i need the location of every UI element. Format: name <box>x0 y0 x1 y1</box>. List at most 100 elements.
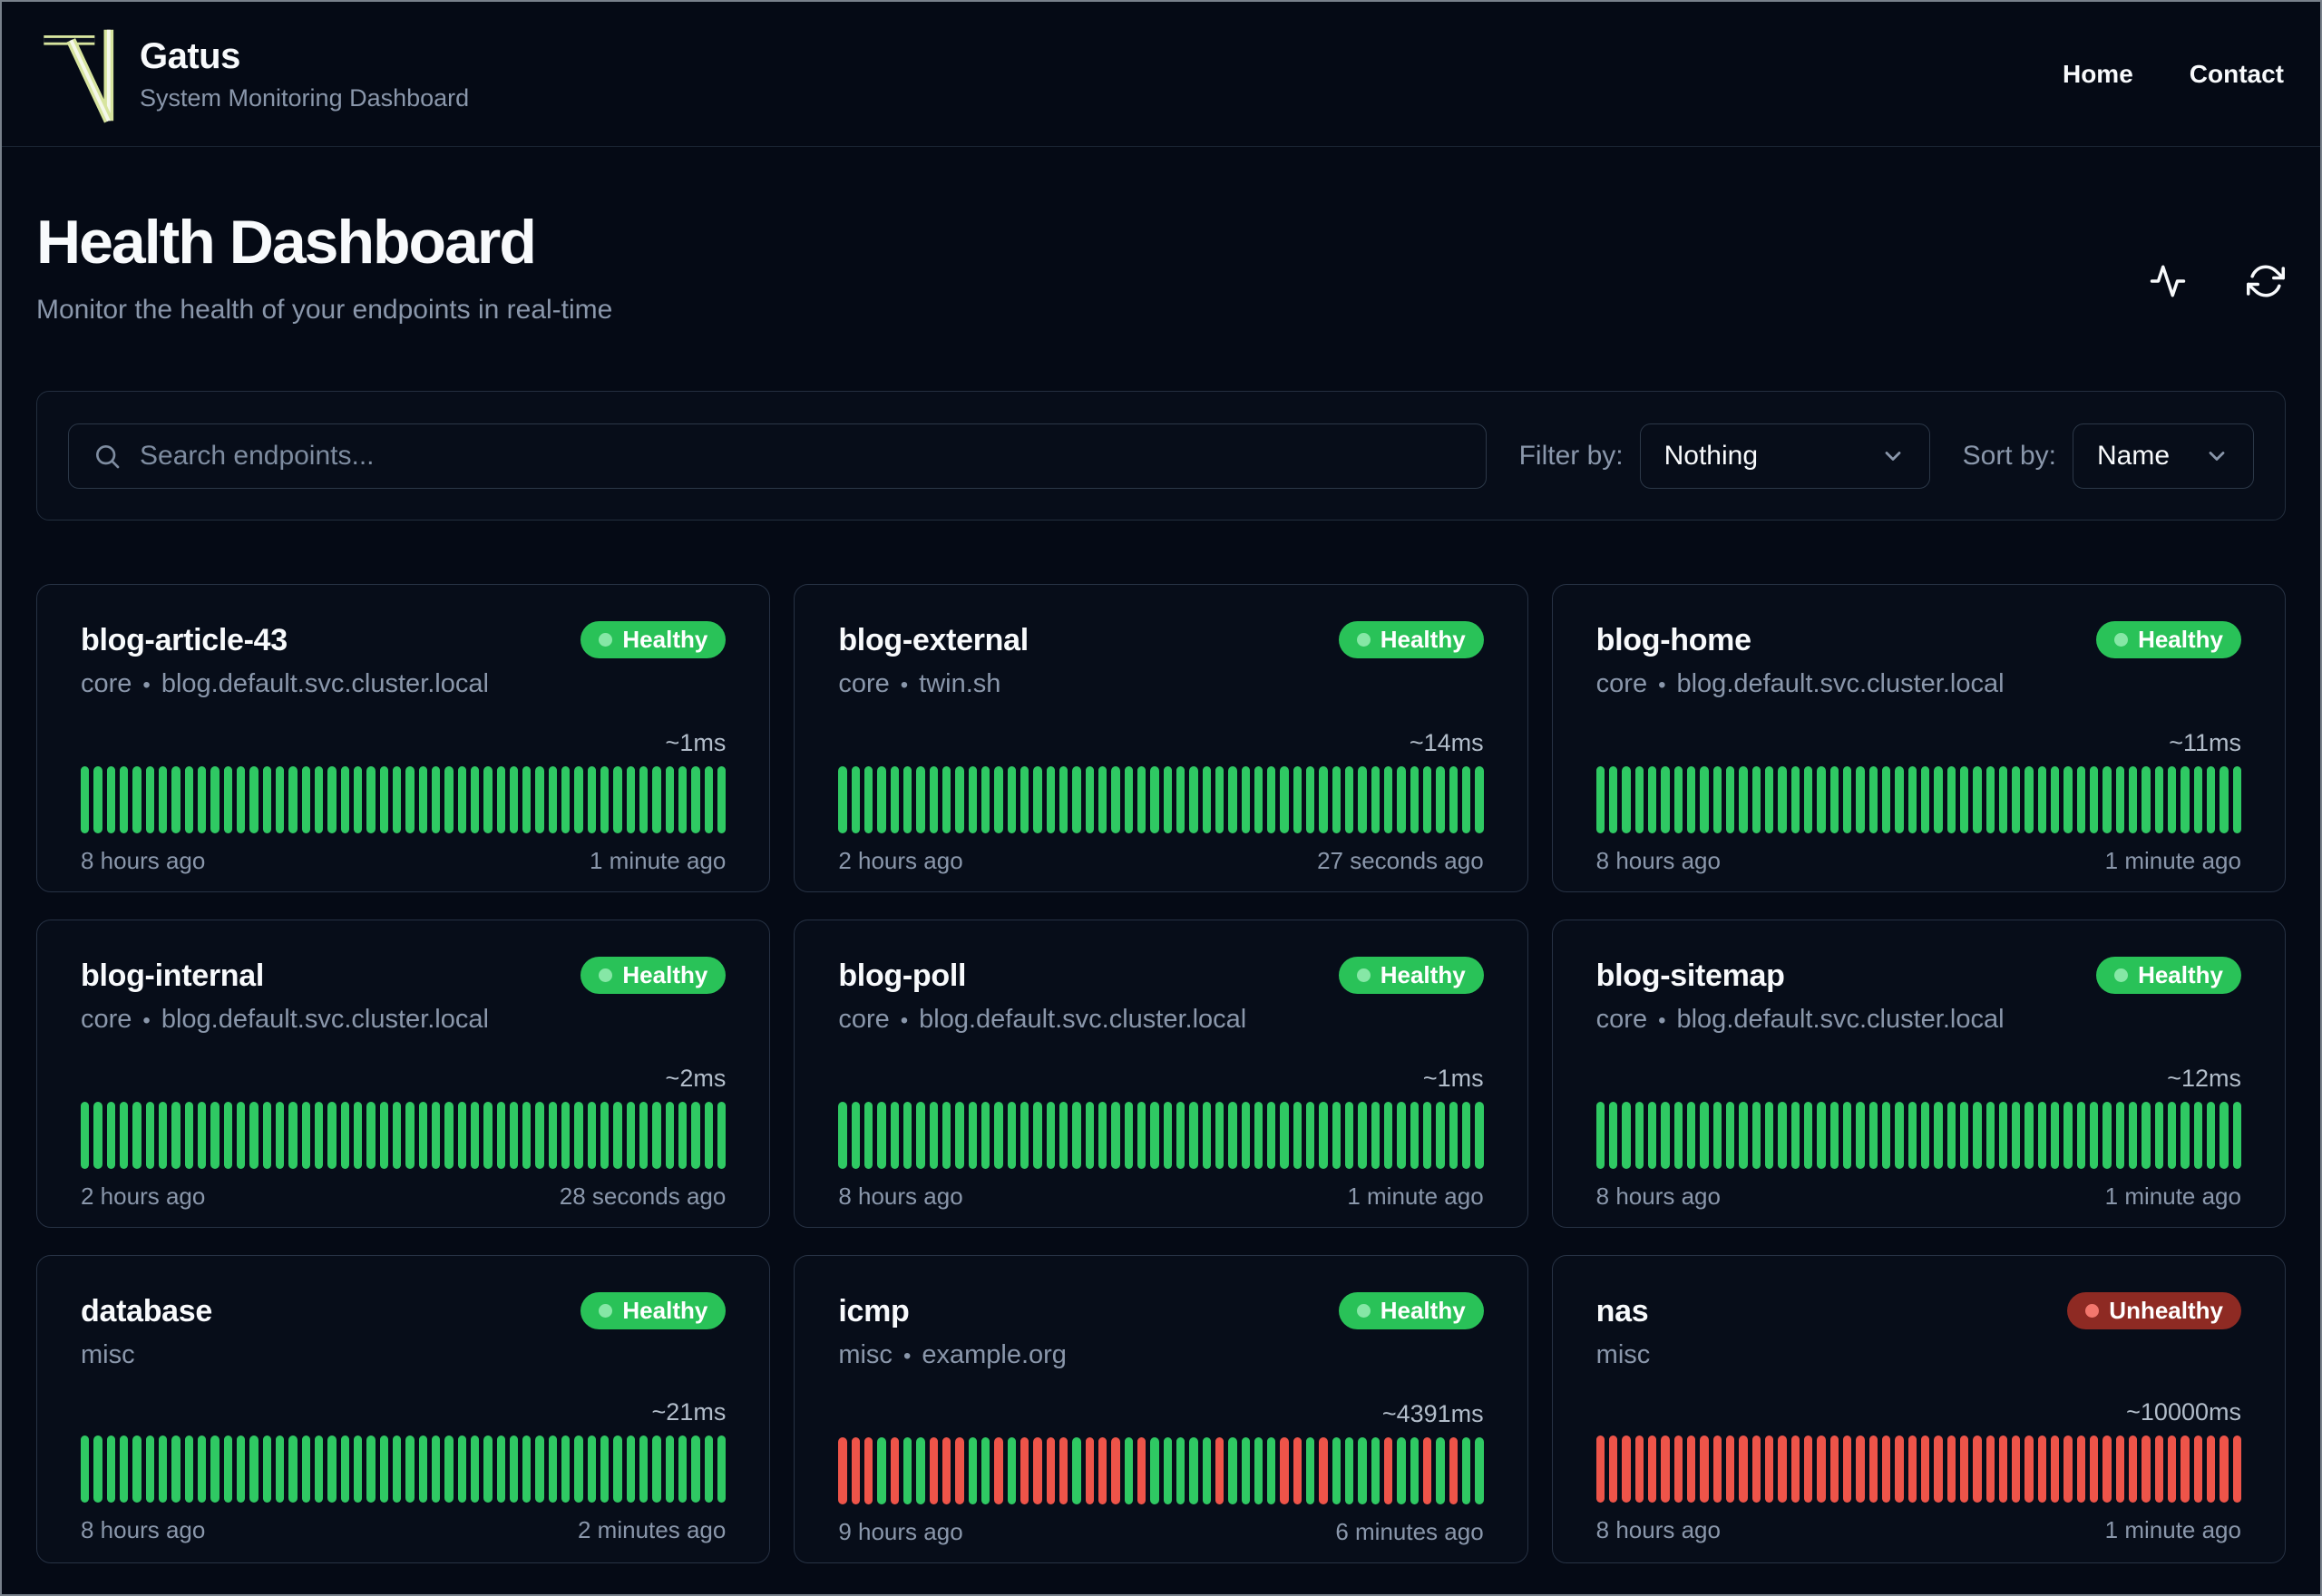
history-bar[interactable] <box>665 766 675 833</box>
history-bar[interactable] <box>1829 1102 1839 1169</box>
history-bar[interactable] <box>1751 766 1761 833</box>
history-bar[interactable] <box>1998 1102 2008 1169</box>
history-bar[interactable] <box>249 1435 259 1503</box>
history-bar[interactable] <box>1712 766 1722 833</box>
refresh-icon[interactable] <box>2246 262 2286 302</box>
history-bar[interactable] <box>1215 766 1224 833</box>
history-bar[interactable] <box>2154 766 2164 833</box>
history-bar[interactable] <box>1725 766 1735 833</box>
history-bar[interactable] <box>1319 1437 1328 1504</box>
history-bar[interactable] <box>2076 1435 2086 1503</box>
history-bar[interactable] <box>210 1102 220 1169</box>
history-bar[interactable] <box>483 1102 493 1169</box>
history-bar[interactable] <box>1332 1102 1341 1169</box>
history-bar[interactable] <box>1436 1437 1445 1504</box>
history-bar[interactable] <box>1345 1102 1354 1169</box>
history-bar[interactable] <box>262 1102 271 1169</box>
history-bar[interactable] <box>1985 1102 1995 1169</box>
history-bar[interactable] <box>275 1435 285 1503</box>
history-bar[interactable] <box>119 1435 129 1503</box>
history-bar[interactable] <box>2154 1102 2164 1169</box>
history-bar[interactable] <box>1202 766 1211 833</box>
history-bar[interactable] <box>106 1435 115 1503</box>
history-bar[interactable] <box>1700 1435 1709 1503</box>
history-bar[interactable] <box>1634 1435 1644 1503</box>
history-bar[interactable] <box>496 1102 505 1169</box>
history-bar[interactable] <box>1973 766 1982 833</box>
history-bar[interactable] <box>262 766 271 833</box>
history-bar[interactable] <box>1306 1437 1315 1504</box>
history-bar[interactable] <box>457 1435 466 1503</box>
history-bar[interactable] <box>1228 1102 1237 1169</box>
history-bar[interactable] <box>1046 1437 1055 1504</box>
history-bar[interactable] <box>1176 766 1185 833</box>
history-bar[interactable] <box>1622 766 1631 833</box>
history-bar[interactable] <box>1215 1437 1224 1504</box>
history-bar[interactable] <box>340 1102 349 1169</box>
history-bar[interactable] <box>1595 766 1605 833</box>
history-bar[interactable] <box>587 766 597 833</box>
history-bar[interactable] <box>1608 1102 1618 1169</box>
history-bar[interactable] <box>535 1435 544 1503</box>
history-bar[interactable] <box>639 1102 649 1169</box>
history-bar[interactable] <box>223 766 232 833</box>
history-bar[interactable] <box>1973 1102 1982 1169</box>
history-bar[interactable] <box>717 1435 727 1503</box>
history-bar[interactable] <box>2102 1435 2112 1503</box>
history-bar[interactable] <box>1072 766 1081 833</box>
history-bar[interactable] <box>1410 766 1420 833</box>
history-bar[interactable] <box>1384 1102 1393 1169</box>
history-bar[interactable] <box>2102 1102 2112 1169</box>
activity-icon[interactable] <box>2148 262 2188 302</box>
history-bar[interactable] <box>1397 1102 1406 1169</box>
history-bar[interactable] <box>81 1435 90 1503</box>
history-bar[interactable] <box>1345 1437 1354 1504</box>
history-bar[interactable] <box>1868 766 1878 833</box>
history-bar[interactable] <box>1267 766 1276 833</box>
history-bar[interactable] <box>1739 766 1748 833</box>
history-bar[interactable] <box>470 1102 480 1169</box>
history-bar[interactable] <box>1111 1102 1120 1169</box>
history-bar[interactable] <box>1475 1437 1484 1504</box>
history-bar[interactable] <box>1647 1102 1657 1169</box>
history-bar[interactable] <box>106 766 115 833</box>
history-bar[interactable] <box>1085 1102 1094 1169</box>
history-bar[interactable] <box>1998 766 2008 833</box>
history-bar[interactable] <box>2129 1102 2138 1169</box>
history-bar[interactable] <box>1267 1102 1276 1169</box>
history-bar[interactable] <box>2090 1435 2099 1503</box>
history-bar[interactable] <box>1423 766 1432 833</box>
history-bar[interactable] <box>1634 766 1644 833</box>
history-bar[interactable] <box>132 1102 141 1169</box>
history-bar[interactable] <box>1803 766 1813 833</box>
history-bar[interactable] <box>1150 1102 1159 1169</box>
history-bar[interactable] <box>1228 1437 1237 1504</box>
history-bar[interactable] <box>1371 1437 1381 1504</box>
history-bar[interactable] <box>600 1102 610 1169</box>
history-bar[interactable] <box>2063 766 2073 833</box>
history-bar[interactable] <box>955 1102 964 1169</box>
history-bar[interactable] <box>158 766 168 833</box>
history-bar[interactable] <box>249 1102 259 1169</box>
history-bar[interactable] <box>81 766 90 833</box>
history-bar[interactable] <box>431 1102 441 1169</box>
history-bar[interactable] <box>1241 766 1250 833</box>
history-bar[interactable] <box>929 1102 938 1169</box>
history-bar[interactable] <box>1059 1437 1068 1504</box>
history-bar[interactable] <box>197 766 207 833</box>
history-bar[interactable] <box>1020 1102 1029 1169</box>
history-bar[interactable] <box>626 1435 636 1503</box>
history-bar[interactable] <box>1934 766 1943 833</box>
history-bar[interactable] <box>704 766 714 833</box>
history-bar[interactable] <box>1475 1102 1484 1169</box>
history-bar[interactable] <box>968 766 977 833</box>
history-bar[interactable] <box>863 766 873 833</box>
history-bar[interactable] <box>1436 766 1445 833</box>
history-bar[interactable] <box>444 1102 454 1169</box>
history-bar[interactable] <box>851 1102 860 1169</box>
history-bar[interactable] <box>2232 1102 2242 1169</box>
history-bar[interactable] <box>418 1102 427 1169</box>
history-bar[interactable] <box>379 1435 388 1503</box>
history-bar[interactable] <box>1124 1437 1133 1504</box>
history-bar[interactable] <box>574 1102 583 1169</box>
